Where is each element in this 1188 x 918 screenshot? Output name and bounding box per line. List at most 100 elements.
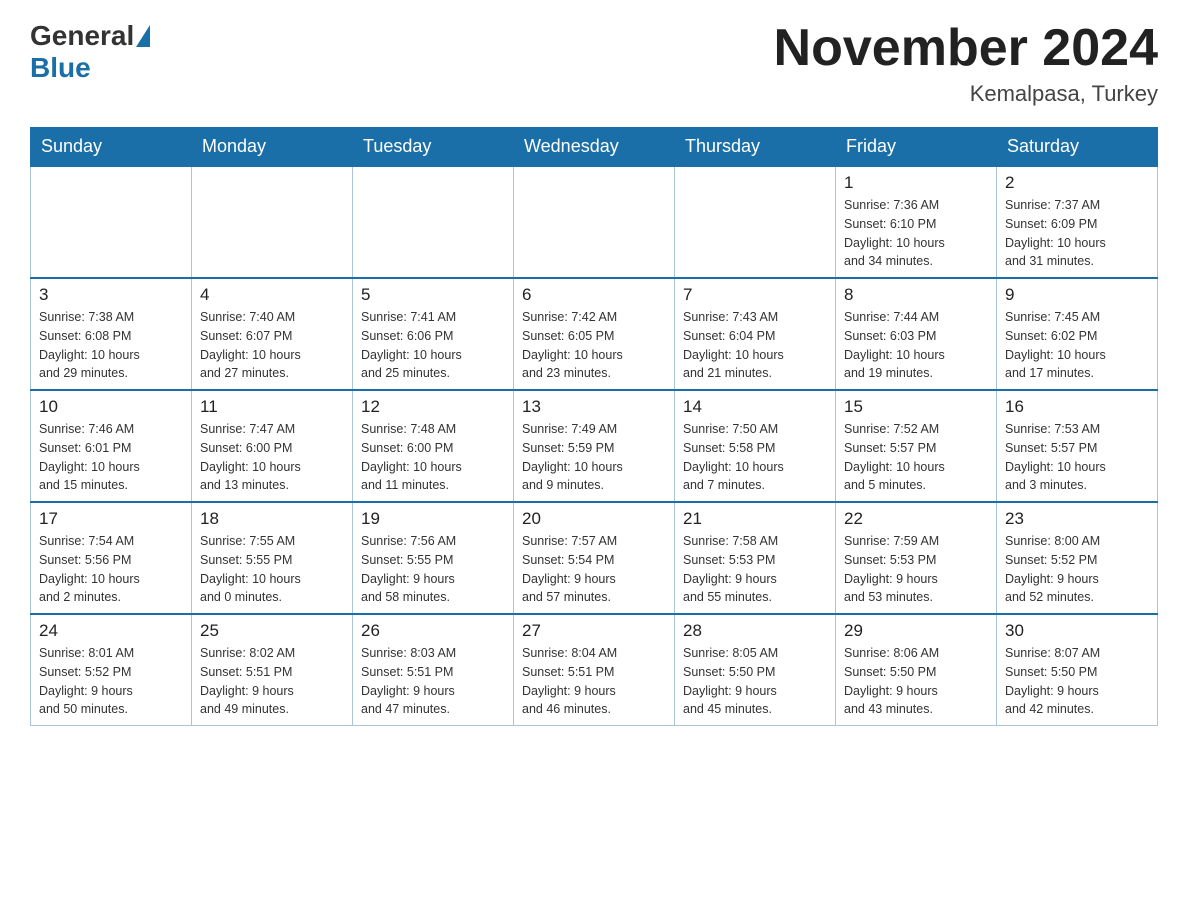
calendar-cell: 13 Sunrise: 7:49 AMSunset: 5:59 PMDayligh… <box>514 390 675 502</box>
day-number: 18 <box>200 509 344 529</box>
calendar-cell: 17 Sunrise: 7:54 AMSunset: 5:56 PMDayligh… <box>31 502 192 614</box>
day-number: 19 <box>361 509 505 529</box>
day-number: 12 <box>361 397 505 417</box>
day-info: Sunrise: 7:36 AMSunset: 6:10 PMDaylight:… <box>844 196 988 271</box>
day-number: 5 <box>361 285 505 305</box>
day-number: 22 <box>844 509 988 529</box>
calendar-cell: 19Sunrise: 7:56 AMSunset: 5:55 PMDayligh… <box>353 502 514 614</box>
day-number: 9 <box>1005 285 1149 305</box>
day-number: 14 <box>683 397 827 417</box>
day-number: 4 <box>200 285 344 305</box>
day-info: Sunrise: 7:49 AMSunset: 5:59 PMDaylight:… <box>522 420 666 495</box>
column-header-sunday: Sunday <box>31 128 192 167</box>
calendar-cell: 29Sunrise: 8:06 AMSunset: 5:50 PMDayligh… <box>836 614 997 726</box>
calendar-cell: 6Sunrise: 7:42 AMSunset: 6:05 PMDaylight… <box>514 278 675 390</box>
day-number: 17 <box>39 509 183 529</box>
day-number: 29 <box>844 621 988 641</box>
day-info: Sunrise: 8:04 AMSunset: 5:51 PMDaylight:… <box>522 644 666 719</box>
day-info: Sunrise: 7:45 AMSunset: 6:02 PMDaylight:… <box>1005 308 1149 383</box>
day-number: 20 <box>522 509 666 529</box>
day-info: Sunrise: 7:54 AMSunset: 5:56 PMDaylight:… <box>39 532 183 607</box>
week-row-2: 3 Sunrise: 7:38 AMSunset: 6:08 PMDaylight… <box>31 278 1158 390</box>
day-info: Sunrise: 7:57 AMSunset: 5:54 PMDaylight:… <box>522 532 666 607</box>
day-number: 7 <box>683 285 827 305</box>
calendar-cell: 16Sunrise: 7:53 AMSunset: 5:57 PMDayligh… <box>997 390 1158 502</box>
day-number: 1 <box>844 173 988 193</box>
day-info: Sunrise: 7:50 AMSunset: 5:58 PMDaylight:… <box>683 420 827 495</box>
day-info: Sunrise: 7:53 AMSunset: 5:57 PMDaylight:… <box>1005 420 1149 495</box>
calendar-cell <box>514 166 675 278</box>
day-number: 10 <box>39 397 183 417</box>
day-number: 24 <box>39 621 183 641</box>
day-info: Sunrise: 8:05 AMSunset: 5:50 PMDaylight:… <box>683 644 827 719</box>
calendar-cell: 22 Sunrise: 7:59 AMSunset: 5:53 PMDayligh… <box>836 502 997 614</box>
day-number: 25 <box>200 621 344 641</box>
location-label: Kemalpasa, Turkey <box>774 81 1158 107</box>
calendar-cell: 18Sunrise: 7:55 AMSunset: 5:55 PMDayligh… <box>192 502 353 614</box>
calendar-cell <box>675 166 836 278</box>
day-number: 3 <box>39 285 183 305</box>
day-info: Sunrise: 7:42 AMSunset: 6:05 PMDaylight:… <box>522 308 666 383</box>
day-number: 30 <box>1005 621 1149 641</box>
day-info: Sunrise: 7:48 AMSunset: 6:00 PMDaylight:… <box>361 420 505 495</box>
day-info: Sunrise: 7:58 AMSunset: 5:53 PMDaylight:… <box>683 532 827 607</box>
day-info: Sunrise: 7:59 AMSunset: 5:53 PMDaylight:… <box>844 532 988 607</box>
calendar-cell: 2Sunrise: 7:37 AMSunset: 6:09 PMDaylight… <box>997 166 1158 278</box>
calendar-cell: 25 Sunrise: 8:02 AMSunset: 5:51 PMDayligh… <box>192 614 353 726</box>
day-info: Sunrise: 8:02 AMSunset: 5:51 PMDaylight:… <box>200 644 344 719</box>
day-number: 23 <box>1005 509 1149 529</box>
calendar-cell: 15 Sunrise: 7:52 AMSunset: 5:57 PMDayligh… <box>836 390 997 502</box>
week-row-3: 10 Sunrise: 7:46 AMSunset: 6:01 PMDayligh… <box>31 390 1158 502</box>
logo-blue-text: Blue <box>30 52 91 84</box>
calendar-cell: 7 Sunrise: 7:43 AMSunset: 6:04 PMDaylight… <box>675 278 836 390</box>
week-row-5: 24 Sunrise: 8:01 AMSunset: 5:52 PMDayligh… <box>31 614 1158 726</box>
column-header-saturday: Saturday <box>997 128 1158 167</box>
month-title: November 2024 <box>774 20 1158 77</box>
day-number: 21 <box>683 509 827 529</box>
calendar-cell: 14 Sunrise: 7:50 AMSunset: 5:58 PMDayligh… <box>675 390 836 502</box>
day-number: 13 <box>522 397 666 417</box>
day-number: 28 <box>683 621 827 641</box>
day-number: 15 <box>844 397 988 417</box>
calendar-cell: 4Sunrise: 7:40 AMSunset: 6:07 PMDaylight… <box>192 278 353 390</box>
day-info: Sunrise: 7:52 AMSunset: 5:57 PMDaylight:… <box>844 420 988 495</box>
day-info: Sunrise: 7:38 AMSunset: 6:08 PMDaylight:… <box>39 308 183 383</box>
logo-triangle-icon <box>136 25 150 47</box>
calendar-cell: 9 Sunrise: 7:45 AMSunset: 6:02 PMDaylight… <box>997 278 1158 390</box>
day-number: 26 <box>361 621 505 641</box>
calendar-cell: 24 Sunrise: 8:01 AMSunset: 5:52 PMDayligh… <box>31 614 192 726</box>
calendar-cell: 26 Sunrise: 8:03 AMSunset: 5:51 PMDayligh… <box>353 614 514 726</box>
day-info: Sunrise: 7:43 AMSunset: 6:04 PMDaylight:… <box>683 308 827 383</box>
title-area: November 2024 Kemalpasa, Turkey <box>774 20 1158 107</box>
calendar-cell: 30Sunrise: 8:07 AMSunset: 5:50 PMDayligh… <box>997 614 1158 726</box>
day-number: 27 <box>522 621 666 641</box>
day-info: Sunrise: 7:37 AMSunset: 6:09 PMDaylight:… <box>1005 196 1149 271</box>
calendar-cell: 27 Sunrise: 8:04 AMSunset: 5:51 PMDayligh… <box>514 614 675 726</box>
calendar-header-row: SundayMondayTuesdayWednesdayThursdayFrid… <box>31 128 1158 167</box>
calendar-cell: 8 Sunrise: 7:44 AMSunset: 6:03 PMDaylight… <box>836 278 997 390</box>
column-header-tuesday: Tuesday <box>353 128 514 167</box>
calendar-cell <box>31 166 192 278</box>
logo-general-text: General <box>30 20 134 52</box>
week-row-1: 1 Sunrise: 7:36 AMSunset: 6:10 PMDaylight… <box>31 166 1158 278</box>
day-number: 8 <box>844 285 988 305</box>
calendar-cell <box>353 166 514 278</box>
calendar-cell: 5 Sunrise: 7:41 AMSunset: 6:06 PMDaylight… <box>353 278 514 390</box>
calendar-cell: 23 Sunrise: 8:00 AMSunset: 5:52 PMDayligh… <box>997 502 1158 614</box>
column-header-friday: Friday <box>836 128 997 167</box>
day-info: Sunrise: 7:44 AMSunset: 6:03 PMDaylight:… <box>844 308 988 383</box>
calendar-cell: 12 Sunrise: 7:48 AMSunset: 6:00 PMDayligh… <box>353 390 514 502</box>
logo: General Blue <box>30 20 152 84</box>
calendar-cell: 10 Sunrise: 7:46 AMSunset: 6:01 PMDayligh… <box>31 390 192 502</box>
calendar-cell: 11Sunrise: 7:47 AMSunset: 6:00 PMDayligh… <box>192 390 353 502</box>
day-info: Sunrise: 8:01 AMSunset: 5:52 PMDaylight:… <box>39 644 183 719</box>
day-info: Sunrise: 8:03 AMSunset: 5:51 PMDaylight:… <box>361 644 505 719</box>
day-info: Sunrise: 7:41 AMSunset: 6:06 PMDaylight:… <box>361 308 505 383</box>
column-header-thursday: Thursday <box>675 128 836 167</box>
day-info: Sunrise: 7:46 AMSunset: 6:01 PMDaylight:… <box>39 420 183 495</box>
day-number: 11 <box>200 397 344 417</box>
calendar-cell <box>192 166 353 278</box>
calendar-table: SundayMondayTuesdayWednesdayThursdayFrid… <box>30 127 1158 726</box>
column-header-wednesday: Wednesday <box>514 128 675 167</box>
day-info: Sunrise: 8:00 AMSunset: 5:52 PMDaylight:… <box>1005 532 1149 607</box>
